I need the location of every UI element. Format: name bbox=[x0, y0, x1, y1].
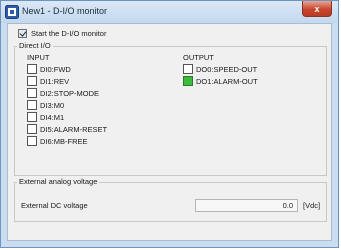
title-bar[interactable]: New1 - D-I/O monitor x bbox=[1, 1, 338, 23]
input-label: DI2:STOP-MODE bbox=[40, 88, 100, 98]
output-indicator bbox=[183, 76, 193, 86]
start-monitor-checkbox[interactable]: Start the D-I/O monitor bbox=[18, 29, 106, 38]
input-item: DI5:ALARM-RESET bbox=[27, 124, 107, 134]
input-indicator bbox=[27, 100, 37, 110]
dio-monitor-window: New1 - D-I/O monitor x Start the D-I/O m… bbox=[0, 0, 339, 248]
input-item: DI3:M0 bbox=[27, 100, 64, 110]
input-indicator bbox=[27, 64, 37, 74]
dc-voltage-label: External DC voltage bbox=[21, 201, 88, 210]
output-item: DO1:ALARM-OUT bbox=[183, 76, 258, 86]
analog-group: External analog voltage External DC volt… bbox=[14, 177, 327, 222]
output-label: DO1:ALARM-OUT bbox=[196, 76, 258, 86]
client-area: Start the D-I/O monitor Direct I/O INPUT… bbox=[7, 23, 332, 241]
input-indicator bbox=[27, 136, 37, 146]
output-indicator bbox=[183, 64, 193, 74]
dc-voltage-unit: [Vdc] bbox=[303, 201, 321, 210]
input-indicator bbox=[27, 76, 37, 86]
close-button[interactable]: x bbox=[302, 1, 332, 17]
direct-io-label: Direct I/O bbox=[17, 41, 53, 50]
dc-voltage-value: 0.0 bbox=[195, 199, 298, 212]
app-icon bbox=[5, 5, 19, 19]
input-label: DI4:M1 bbox=[40, 112, 65, 122]
input-label: DI0:FWD bbox=[40, 64, 71, 74]
input-indicator bbox=[27, 124, 37, 134]
window-title: New1 - D-I/O monitor bbox=[22, 6, 108, 16]
input-indicator bbox=[27, 112, 37, 122]
input-label: DI5:ALARM-RESET bbox=[40, 124, 108, 134]
analog-group-label: External analog voltage bbox=[17, 177, 100, 186]
input-item: DI2:STOP-MODE bbox=[27, 88, 99, 98]
input-item: DI1:REV bbox=[27, 76, 69, 86]
direct-io-group: Direct I/O INPUT OUTPUT DI0:FWD DI1:REV … bbox=[14, 41, 327, 176]
output-label: DO0:SPEED-OUT bbox=[196, 64, 258, 74]
input-label: DI3:M0 bbox=[40, 100, 65, 110]
output-header: OUTPUT bbox=[183, 53, 214, 62]
input-label: DI1:REV bbox=[40, 76, 70, 86]
checkbox-icon[interactable] bbox=[18, 29, 27, 38]
input-item: DI0:FWD bbox=[27, 64, 71, 74]
output-item: DO0:SPEED-OUT bbox=[183, 64, 257, 74]
close-icon: x bbox=[314, 3, 320, 14]
start-monitor-label: Start the D-I/O monitor bbox=[31, 29, 107, 38]
input-header: INPUT bbox=[27, 53, 50, 62]
input-label: DI6:MB-FREE bbox=[40, 136, 88, 146]
input-indicator bbox=[27, 88, 37, 98]
input-item: DI6:MB-FREE bbox=[27, 136, 88, 146]
input-item: DI4:M1 bbox=[27, 112, 64, 122]
